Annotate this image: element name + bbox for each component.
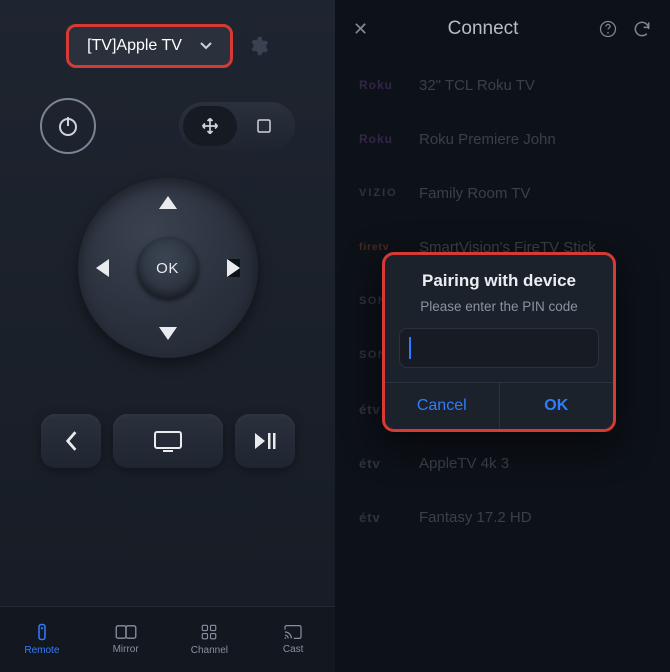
device-name: Family Room TV [419, 185, 530, 202]
connect-panel: ✕ Connect Roku 32" TCL Roku TV Roku Roku Pr… [335, 0, 670, 672]
device-dropdown[interactable]: [TV]Apple TV [66, 24, 233, 68]
ok-button[interactable]: OK [499, 383, 614, 429]
brand-badge: VIZIO [359, 187, 405, 199]
dpad-container: OK [0, 160, 335, 362]
device-name: 32" TCL Roku TV [419, 77, 535, 94]
top-bar: [TV]Apple TV [0, 0, 335, 80]
square-icon [255, 117, 273, 135]
tab-label: Remote [24, 645, 59, 656]
remote-panel: [TV]Apple TV [0, 0, 335, 672]
tab-label: Cast [283, 644, 304, 655]
brand-badge: étv [359, 510, 405, 525]
refresh-icon[interactable] [632, 19, 652, 39]
brand-badge: firetv [359, 242, 405, 253]
grid-icon [200, 623, 218, 641]
move-icon [200, 116, 220, 136]
chevron-left-icon [64, 430, 78, 452]
play-pause-button[interactable] [235, 414, 295, 468]
modal-subtitle: Please enter the PIN code [399, 299, 599, 314]
device-dropdown-label: [TV]Apple TV [87, 37, 182, 55]
screen-button[interactable] [113, 414, 223, 468]
tab-remote[interactable]: Remote [0, 607, 84, 672]
remote-icon [33, 623, 51, 641]
device-row[interactable]: Roku 32" TCL Roku TV [349, 58, 656, 112]
help-icon[interactable] [598, 19, 618, 39]
pin-input-wrap [399, 328, 599, 368]
tab-channel[interactable]: Channel [168, 607, 252, 672]
power-button[interactable] [40, 98, 96, 154]
brand-badge: Roku [359, 78, 405, 92]
pairing-modal: Pairing with device Please enter the PIN… [382, 252, 616, 432]
touchpad-mode-button[interactable] [183, 106, 237, 146]
brand-badge: Roku [359, 132, 405, 146]
device-name: Roku Premiere John [419, 131, 556, 148]
tab-mirror[interactable]: Mirror [84, 607, 168, 672]
device-row[interactable]: étv Fantasy 17.2 HD [349, 490, 656, 544]
play-pause-icon [254, 432, 276, 450]
dpad-right-icon[interactable] [227, 259, 240, 277]
dpad: OK [78, 178, 258, 358]
mirror-icon [115, 624, 137, 640]
close-icon[interactable]: ✕ [353, 19, 368, 40]
util-row [0, 80, 335, 160]
chevron-down-icon [200, 42, 212, 50]
connect-title: Connect [368, 18, 598, 40]
device-row[interactable]: VIZIO Family Room TV [349, 166, 656, 220]
cancel-button[interactable]: Cancel [385, 383, 499, 429]
modal-title: Pairing with device [399, 271, 599, 291]
tab-cast[interactable]: Cast [251, 607, 335, 672]
ok-label: OK [156, 260, 179, 277]
media-row [0, 362, 335, 468]
gear-icon[interactable] [247, 35, 269, 57]
power-icon [56, 114, 80, 138]
dpad-down-icon[interactable] [159, 327, 177, 340]
brand-badge: étv [359, 456, 405, 471]
mode-toggle [179, 102, 295, 150]
dpad-left-icon[interactable] [96, 259, 109, 277]
dpad-mode-button[interactable] [237, 106, 291, 146]
back-button[interactable] [41, 414, 101, 468]
modal-actions: Cancel OK [385, 382, 613, 429]
tab-label: Mirror [113, 644, 139, 655]
ok-button[interactable]: OK [137, 237, 199, 299]
header-actions [598, 19, 652, 39]
device-name: AppleTV 4k 3 [419, 455, 509, 472]
device-name: Fantasy 17.2 HD [419, 509, 532, 526]
connect-header: ✕ Connect [335, 0, 670, 50]
tab-bar: Remote Mirror Channel Cast [0, 606, 335, 672]
monitor-icon [153, 430, 183, 452]
pin-input[interactable] [399, 328, 599, 368]
cast-icon [283, 624, 303, 640]
device-row[interactable]: étv AppleTV 4k 3 [349, 436, 656, 490]
device-row[interactable]: Roku Roku Premiere John [349, 112, 656, 166]
dpad-up-icon[interactable] [159, 196, 177, 209]
tab-label: Channel [191, 645, 228, 656]
